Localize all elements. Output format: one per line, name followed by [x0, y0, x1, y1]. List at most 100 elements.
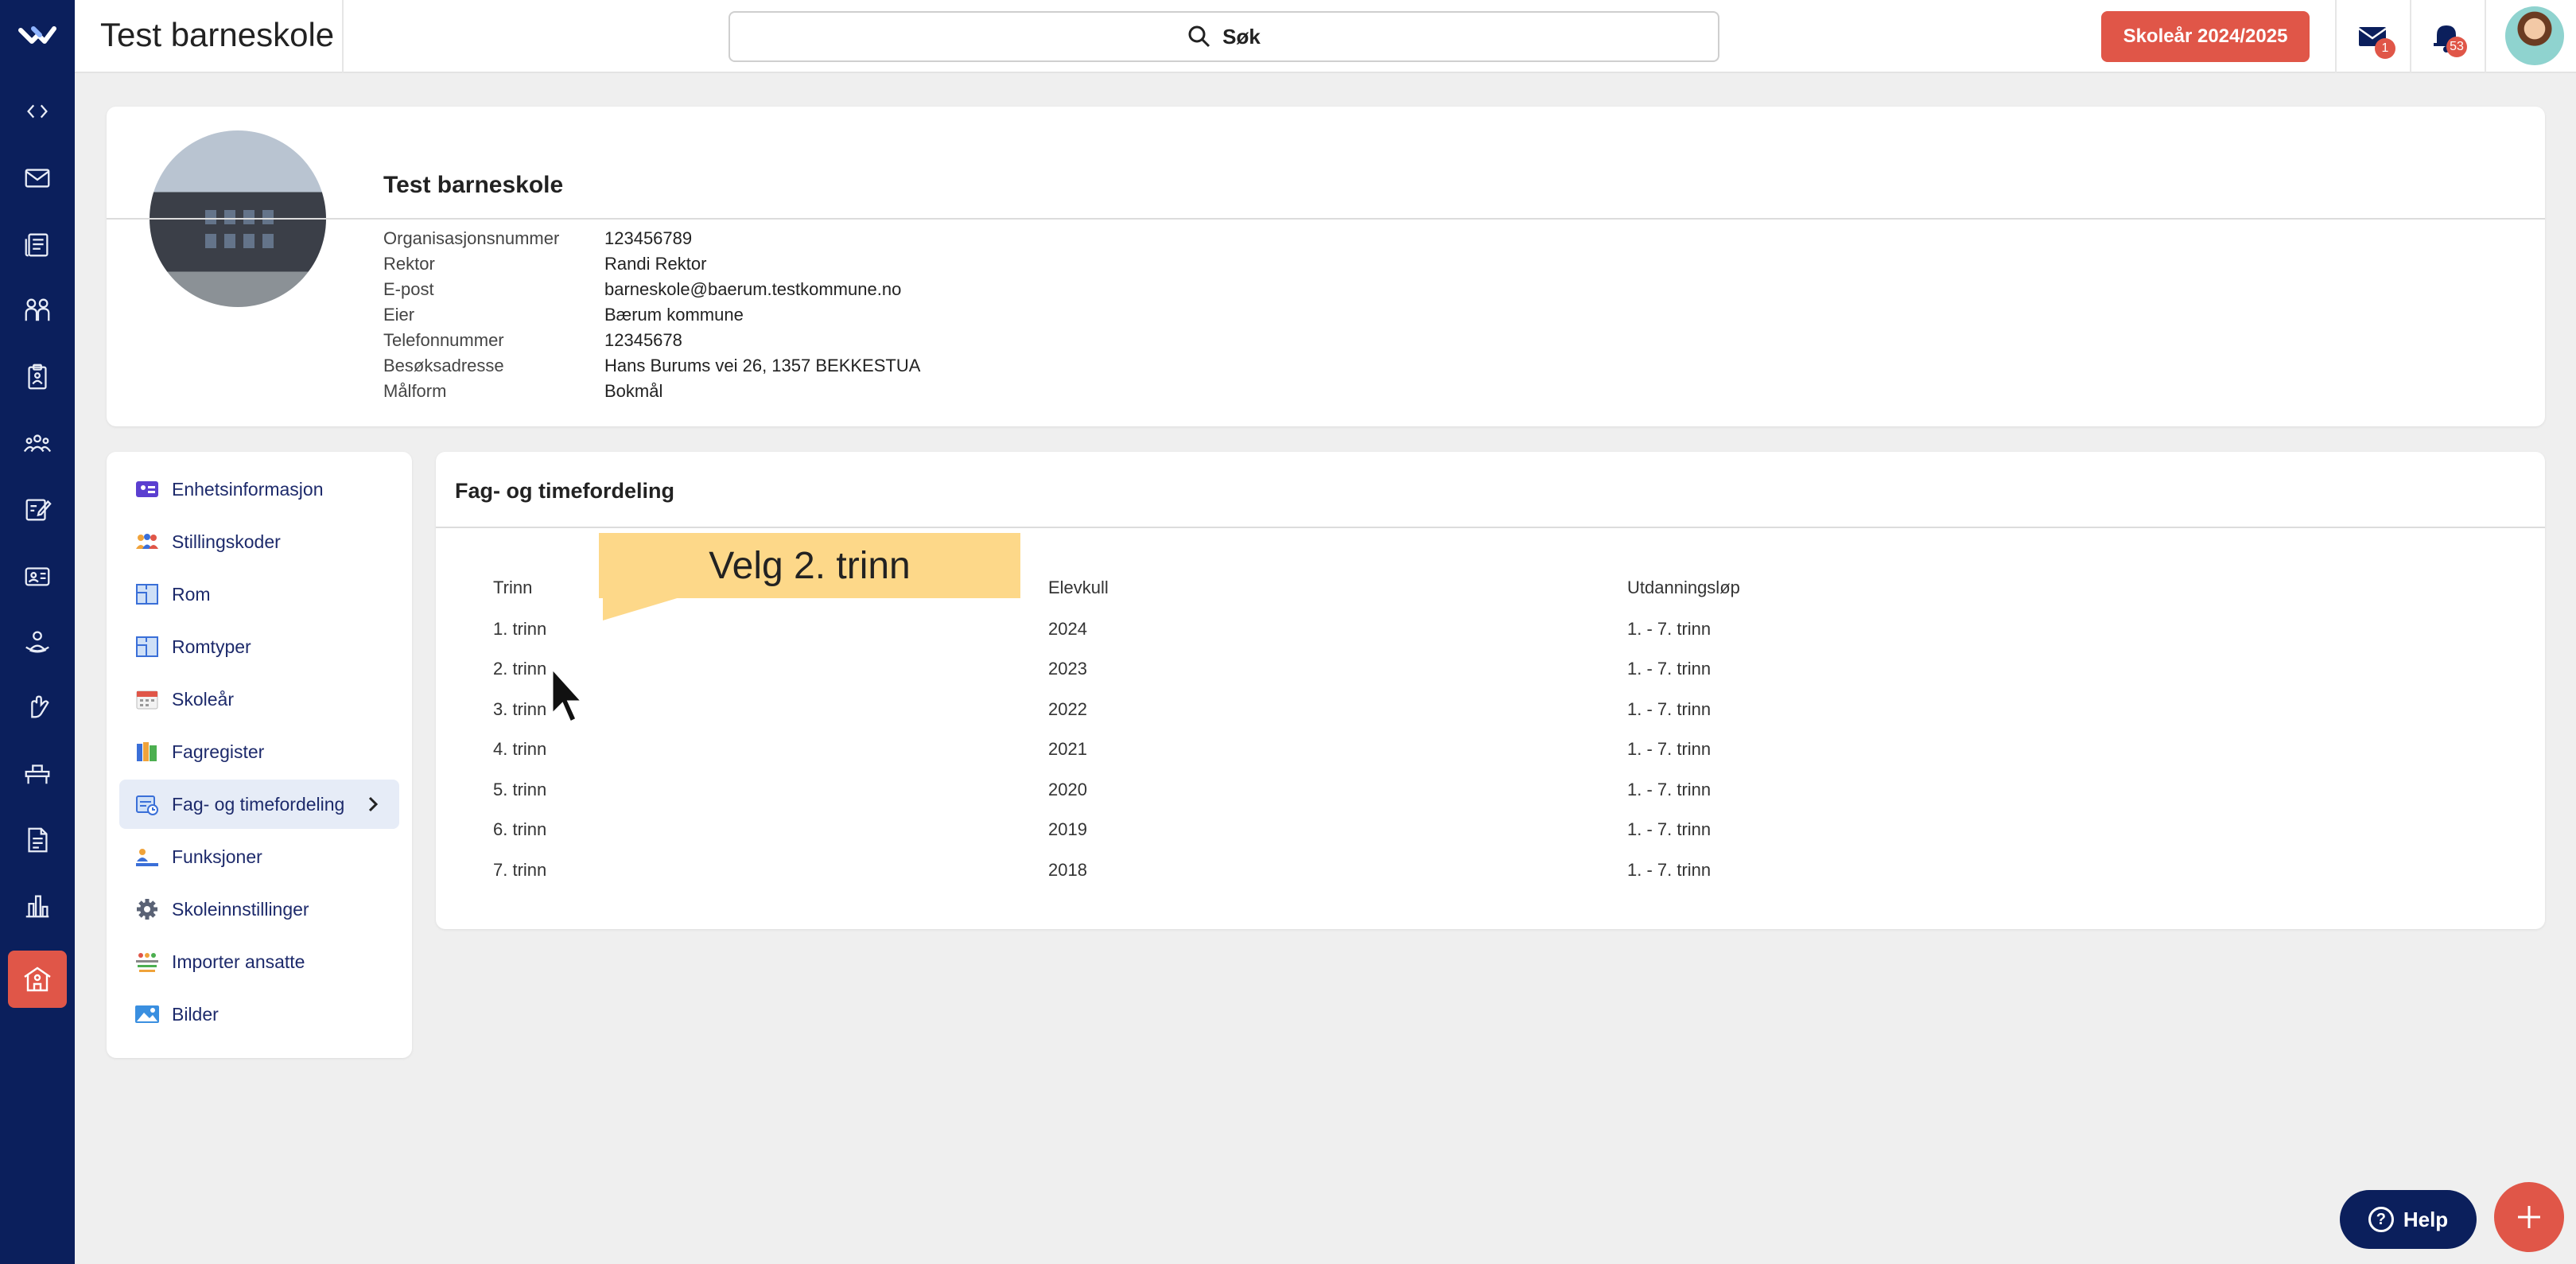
floorplan-icon	[134, 635, 161, 659]
table-cell-utdanningslop: 1. - 7. trinn	[1627, 860, 1712, 880]
table-cell-trinn[interactable]: 1. trinn	[493, 619, 546, 640]
school-icon[interactable]	[8, 951, 67, 1008]
info-value: barneskole@baerum.testkommune.no	[604, 279, 902, 299]
info-row: E-post barneskole@baerum.testkommune.no	[383, 277, 920, 302]
divider	[107, 218, 2545, 220]
notifications-badge: 53	[2446, 37, 2467, 57]
info-value: Bærum kommune	[604, 305, 744, 325]
notifications-button[interactable]: 53	[2429, 19, 2467, 57]
functions-icon	[134, 845, 161, 869]
menu-item-funksjoner[interactable]: Funksjoner	[119, 832, 399, 881]
info-value: Randi Rektor	[604, 254, 707, 274]
search-bar[interactable]: Søk	[729, 11, 1719, 62]
school-year-button[interactable]: Skoleår 2024/2025	[2101, 11, 2310, 62]
app-logo[interactable]	[17, 19, 57, 51]
school-info-card: Test barneskole Organisasjonsnummer 12345…	[107, 107, 2545, 426]
group-icon[interactable]	[21, 428, 53, 460]
info-row: Rektor Randi Rektor	[383, 251, 920, 277]
table-cell-utdanningslop: 1. - 7. trinn	[1627, 819, 1712, 839]
search-icon	[1188, 25, 1210, 48]
menu-item-label: Bilder	[172, 1003, 219, 1025]
table-cell-elevkull: 2021	[1048, 739, 1087, 759]
people-icon	[134, 530, 161, 554]
user-avatar[interactable]	[2505, 6, 2564, 65]
school-name: Test barneskole	[383, 172, 564, 198]
table-cell-trinn[interactable]: 2. trinn	[493, 659, 546, 679]
desk-icon[interactable]	[21, 757, 53, 789]
menu-item-rom[interactable]: Rom	[119, 570, 399, 619]
add-button[interactable]	[2494, 1182, 2564, 1252]
table-cell-trinn[interactable]: 4. trinn	[493, 739, 546, 760]
menu-item-enhetsinformasjon[interactable]: Enhetsinformasjon	[119, 465, 399, 514]
table-cell-elevkull: 2019	[1048, 819, 1087, 839]
info-row: Eier Bærum kommune	[383, 302, 920, 328]
plus-icon	[2518, 1206, 2540, 1228]
id-card-icon	[134, 477, 161, 501]
table-cell-trinn[interactable]: 5. trinn	[493, 780, 546, 800]
menu-item-fag-og-timefordeling[interactable]: Fag- og timefordeling	[119, 780, 399, 829]
info-row: Målform Bokmål	[383, 379, 920, 404]
help-button[interactable]: ? Help	[2340, 1190, 2477, 1249]
info-label: Besøksadresse	[383, 356, 504, 375]
menu-item-skoleinnstillinger[interactable]: Skoleinnstillinger	[119, 885, 399, 934]
callout-tail	[603, 597, 682, 620]
table-cell-elevkull: 2020	[1048, 780, 1087, 799]
menu-item-skolear[interactable]: Skoleår	[119, 675, 399, 724]
image-icon	[134, 1002, 161, 1026]
panel-title: Fag- og timefordeling	[455, 479, 674, 503]
menu-item-stillingskoder[interactable]: Stillingskoder	[119, 517, 399, 566]
column-header-elevkull: Elevkull	[1048, 578, 1109, 597]
floorplan-icon	[134, 582, 161, 606]
info-value: 123456789	[604, 228, 693, 248]
person-icon[interactable]	[21, 625, 53, 657]
info-value: 12345678	[604, 330, 682, 350]
id-card-icon[interactable]	[21, 560, 53, 592]
hand-icon[interactable]	[21, 690, 53, 722]
bar-chart-icon[interactable]	[21, 889, 53, 921]
mail-icon[interactable]	[21, 162, 53, 194]
divider	[2410, 0, 2411, 73]
gear-icon	[134, 897, 161, 921]
menu-item-label: Skoleår	[172, 688, 234, 710]
table-cell-trinn[interactable]: 7. trinn	[493, 860, 546, 881]
column-header-utdanningslop: Utdanningsløp	[1627, 578, 1740, 597]
tutorial-callout: Velg 2. trinn	[599, 533, 1020, 598]
search-label: Søk	[1222, 24, 1261, 49]
news-icon[interactable]	[21, 229, 53, 261]
table-cell-utdanningslop: 1. - 7. trinn	[1627, 699, 1712, 719]
code-icon[interactable]	[21, 95, 53, 127]
table-cell-trinn[interactable]: 3. trinn	[493, 699, 546, 720]
info-label: Målform	[383, 381, 447, 401]
messages-button[interactable]: 1	[2356, 21, 2395, 59]
question-icon: ?	[2368, 1207, 2394, 1232]
info-label: Rektor	[383, 254, 435, 274]
divider	[2485, 0, 2486, 73]
table-cell-utdanningslop: 1. - 7. trinn	[1627, 619, 1712, 639]
people-icon[interactable]	[21, 294, 53, 326]
menu-item-label: Rom	[172, 583, 211, 605]
help-label: Help	[2403, 1207, 2449, 1231]
info-label: Telefonnummer	[383, 330, 504, 350]
table-cell-trinn[interactable]: 6. trinn	[493, 819, 546, 840]
books-icon	[134, 740, 161, 764]
document-icon[interactable]	[21, 824, 53, 856]
table-cell-elevkull: 2024	[1048, 619, 1087, 639]
menu-item-romtyper[interactable]: Romtyper	[119, 622, 399, 671]
menu-item-fagregister[interactable]: Fagregister	[119, 727, 399, 776]
edit-doc-icon[interactable]	[21, 493, 53, 525]
settings-menu: Enhetsinformasjon Stillingskoder Rom Rom…	[107, 452, 412, 1058]
table-cell-utdanningslop: 1. - 7. trinn	[1627, 739, 1712, 759]
clipboard-icon[interactable]	[21, 361, 53, 393]
chevron-right-icon	[368, 796, 379, 812]
schedule-icon	[134, 792, 161, 816]
menu-item-bilder[interactable]: Bilder	[119, 990, 399, 1039]
table-cell-utdanningslop: 1. - 7. trinn	[1627, 780, 1712, 799]
mail-badge: 1	[2375, 38, 2395, 59]
divider	[436, 527, 2545, 528]
fag-og-timefordeling-panel: Fag- og timefordeling Trinn Elevkull Utd…	[436, 452, 2545, 929]
menu-item-importer-ansatte[interactable]: Importer ansatte	[119, 937, 399, 986]
menu-item-label: Enhetsinformasjon	[172, 478, 324, 500]
calendar-icon	[134, 687, 161, 711]
left-rail	[0, 0, 75, 1264]
table-cell-elevkull: 2022	[1048, 699, 1087, 719]
